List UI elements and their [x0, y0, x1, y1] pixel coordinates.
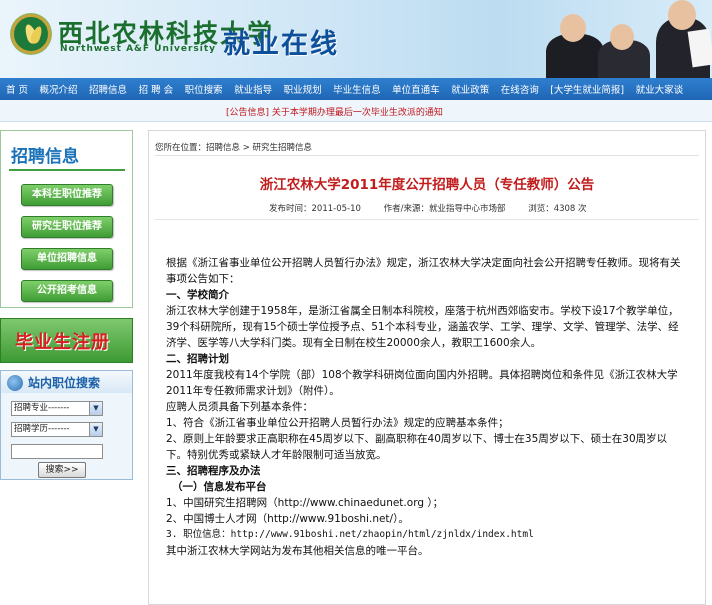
employer-recruit-button[interactable]: 单位招聘信息: [21, 248, 113, 270]
nav-job-search[interactable]: 职位搜索: [185, 82, 223, 96]
author-source: 作者/来源：就业指导中心市场部: [383, 204, 506, 214]
nav-career-planning[interactable]: 职业规划: [284, 82, 322, 96]
article-paragraph: 浙江农林大学创建于1958年，是浙江省属全日制本科院校，座落于杭州西郊临安市。学…: [166, 305, 679, 349]
nav-recruit-info[interactable]: 招聘信息: [89, 82, 127, 96]
article-paragraph: 根据《浙江省事业单位公开招聘人员暂行办法》规定，浙江农林大学决定面向社会公开招聘…: [166, 257, 681, 285]
chevron-down-icon[interactable]: ▼: [89, 402, 102, 415]
nav-policy[interactable]: 就业政策: [451, 82, 489, 96]
article-meta: 发布时间：2011-05-10 作者/来源：就业指导中心市场部 浏览：4308 …: [269, 202, 607, 214]
article-body: 根据《浙江省事业单位公开招聘人员暂行办法》规定，浙江农林大学决定面向社会公开招聘…: [166, 255, 686, 559]
nav-employer-direct[interactable]: 单位直通车: [392, 82, 440, 96]
header-photo: [540, 0, 712, 78]
degree-select[interactable]: 招聘学历------- ▼: [11, 422, 103, 437]
article-panel: 您所在位置：招聘信息 > 研究生招聘信息 浙江农林大学2011年度公开招聘人员（…: [148, 130, 706, 605]
globe-icon: [7, 375, 23, 391]
nav-online-consult[interactable]: 在线咨询: [501, 82, 539, 96]
meta-divider: [155, 219, 699, 220]
university-logo-icon[interactable]: [11, 14, 51, 54]
link-item[interactable]: 3. 职位信息：http://www.91boshi.net/zhaopin/h…: [166, 527, 686, 543]
nav-discussion[interactable]: 就业大家谈: [636, 82, 684, 96]
job-search-panel: 站内职位搜索 招聘专业------- ▼ 招聘学历------- ▼ 搜索>>: [0, 370, 133, 480]
article-title: 浙江农林大学2011年度公开招聘人员（专任教师）公告: [259, 177, 595, 193]
section-heading: 一、学校简介: [166, 289, 229, 301]
university-english-name: Northwest A&F University: [60, 44, 216, 54]
view-count: 浏览：4308 次: [528, 204, 587, 214]
keyword-input[interactable]: [11, 444, 103, 459]
article-paragraph: 应聘人员须具备下列基本条件：: [166, 401, 313, 413]
nav-job-fair[interactable]: 招 聘 会: [139, 82, 174, 96]
article-paragraph: 2、原则上年龄要求正高职称在45周岁以下、副高职称在40周岁以下、博士在35周岁…: [166, 433, 668, 461]
nav-home[interactable]: 首 页: [6, 82, 28, 96]
header-banner: 西北农林科技大学 Northwest A&F University 就业在线: [0, 0, 712, 78]
major-select[interactable]: 招聘专业------- ▼: [11, 401, 103, 416]
search-panel-title: 站内职位搜索: [28, 376, 101, 390]
nav-overview[interactable]: 概况介绍: [40, 82, 78, 96]
breadcrumb: 您所在位置：招聘信息 > 研究生招聘信息: [155, 143, 313, 153]
degree-select-value: 招聘学历-------: [14, 424, 70, 434]
main-nav: 首 页 概况介绍 招聘信息 招 聘 会 职位搜索 就业指导 职业规划 毕业生信息…: [0, 78, 712, 100]
subsection-heading: （一）信息发布平台: [172, 481, 267, 493]
link-item[interactable]: 1、中国研究生招聘网（http://www.chinaedunet.org ）；: [166, 495, 686, 511]
article-paragraph: 1、符合《浙江省事业单位公开招聘人员暂行办法》规定的应聘基本条件；: [166, 417, 509, 429]
search-button[interactable]: 搜索>>: [38, 462, 86, 478]
article-paragraph: 其中浙江农林大学网站为发布其他相关信息的唯一平台。: [166, 545, 429, 557]
page: 西北农林科技大学 Northwest A&F University 就业在线 首…: [0, 0, 712, 605]
section-heading: 三、招聘程序及办法: [166, 465, 261, 477]
title-divider: [9, 169, 125, 171]
graduate-jobs-button[interactable]: 研究生职位推荐: [21, 216, 113, 238]
breadcrumb-divider: [155, 155, 699, 156]
link-item[interactable]: 2、中国博士人才网（http://www.91boshi.net/）。: [166, 511, 686, 527]
site-title: 就业在线: [223, 29, 339, 60]
search-panel-header: 站内职位搜索: [1, 371, 132, 393]
article-paragraph: 2011年度我校有14个学院（部）108个教学科研岗位面向国内外招聘。具体招聘岗…: [166, 369, 678, 397]
graduate-register-label: 毕业生注册: [15, 332, 110, 353]
public-exam-button[interactable]: 公开招考信息: [21, 280, 113, 302]
major-select-value: 招聘专业-------: [14, 403, 70, 413]
chevron-down-icon[interactable]: ▼: [89, 423, 102, 436]
publish-date: 发布时间：2011-05-10: [269, 204, 361, 214]
sidebar: 招聘信息 本科生职位推荐 研究生职位推荐 单位招聘信息 公开招考信息 毕业生注册…: [0, 130, 140, 605]
nav-graduate-info[interactable]: 毕业生信息: [333, 82, 381, 96]
graduate-register-banner[interactable]: 毕业生注册: [0, 318, 133, 363]
nav-guidance[interactable]: 就业指导: [234, 82, 272, 96]
recruit-info-title: 招聘信息: [11, 147, 79, 167]
recruit-info-panel: 招聘信息 本科生职位推荐 研究生职位推荐 单位招聘信息 公开招考信息: [0, 130, 133, 308]
section-heading: 二、招聘计划: [166, 353, 229, 365]
nav-bulletin[interactable]: [大学生就业简报]: [550, 82, 624, 96]
undergrad-jobs-button[interactable]: 本科生职位推荐: [21, 184, 113, 206]
notice-link[interactable]: [公告信息] 关于本学期办理最后一次毕业生改派的通知: [226, 105, 443, 118]
notice-bar: [公告信息] 关于本学期办理最后一次毕业生改派的通知: [0, 100, 712, 122]
